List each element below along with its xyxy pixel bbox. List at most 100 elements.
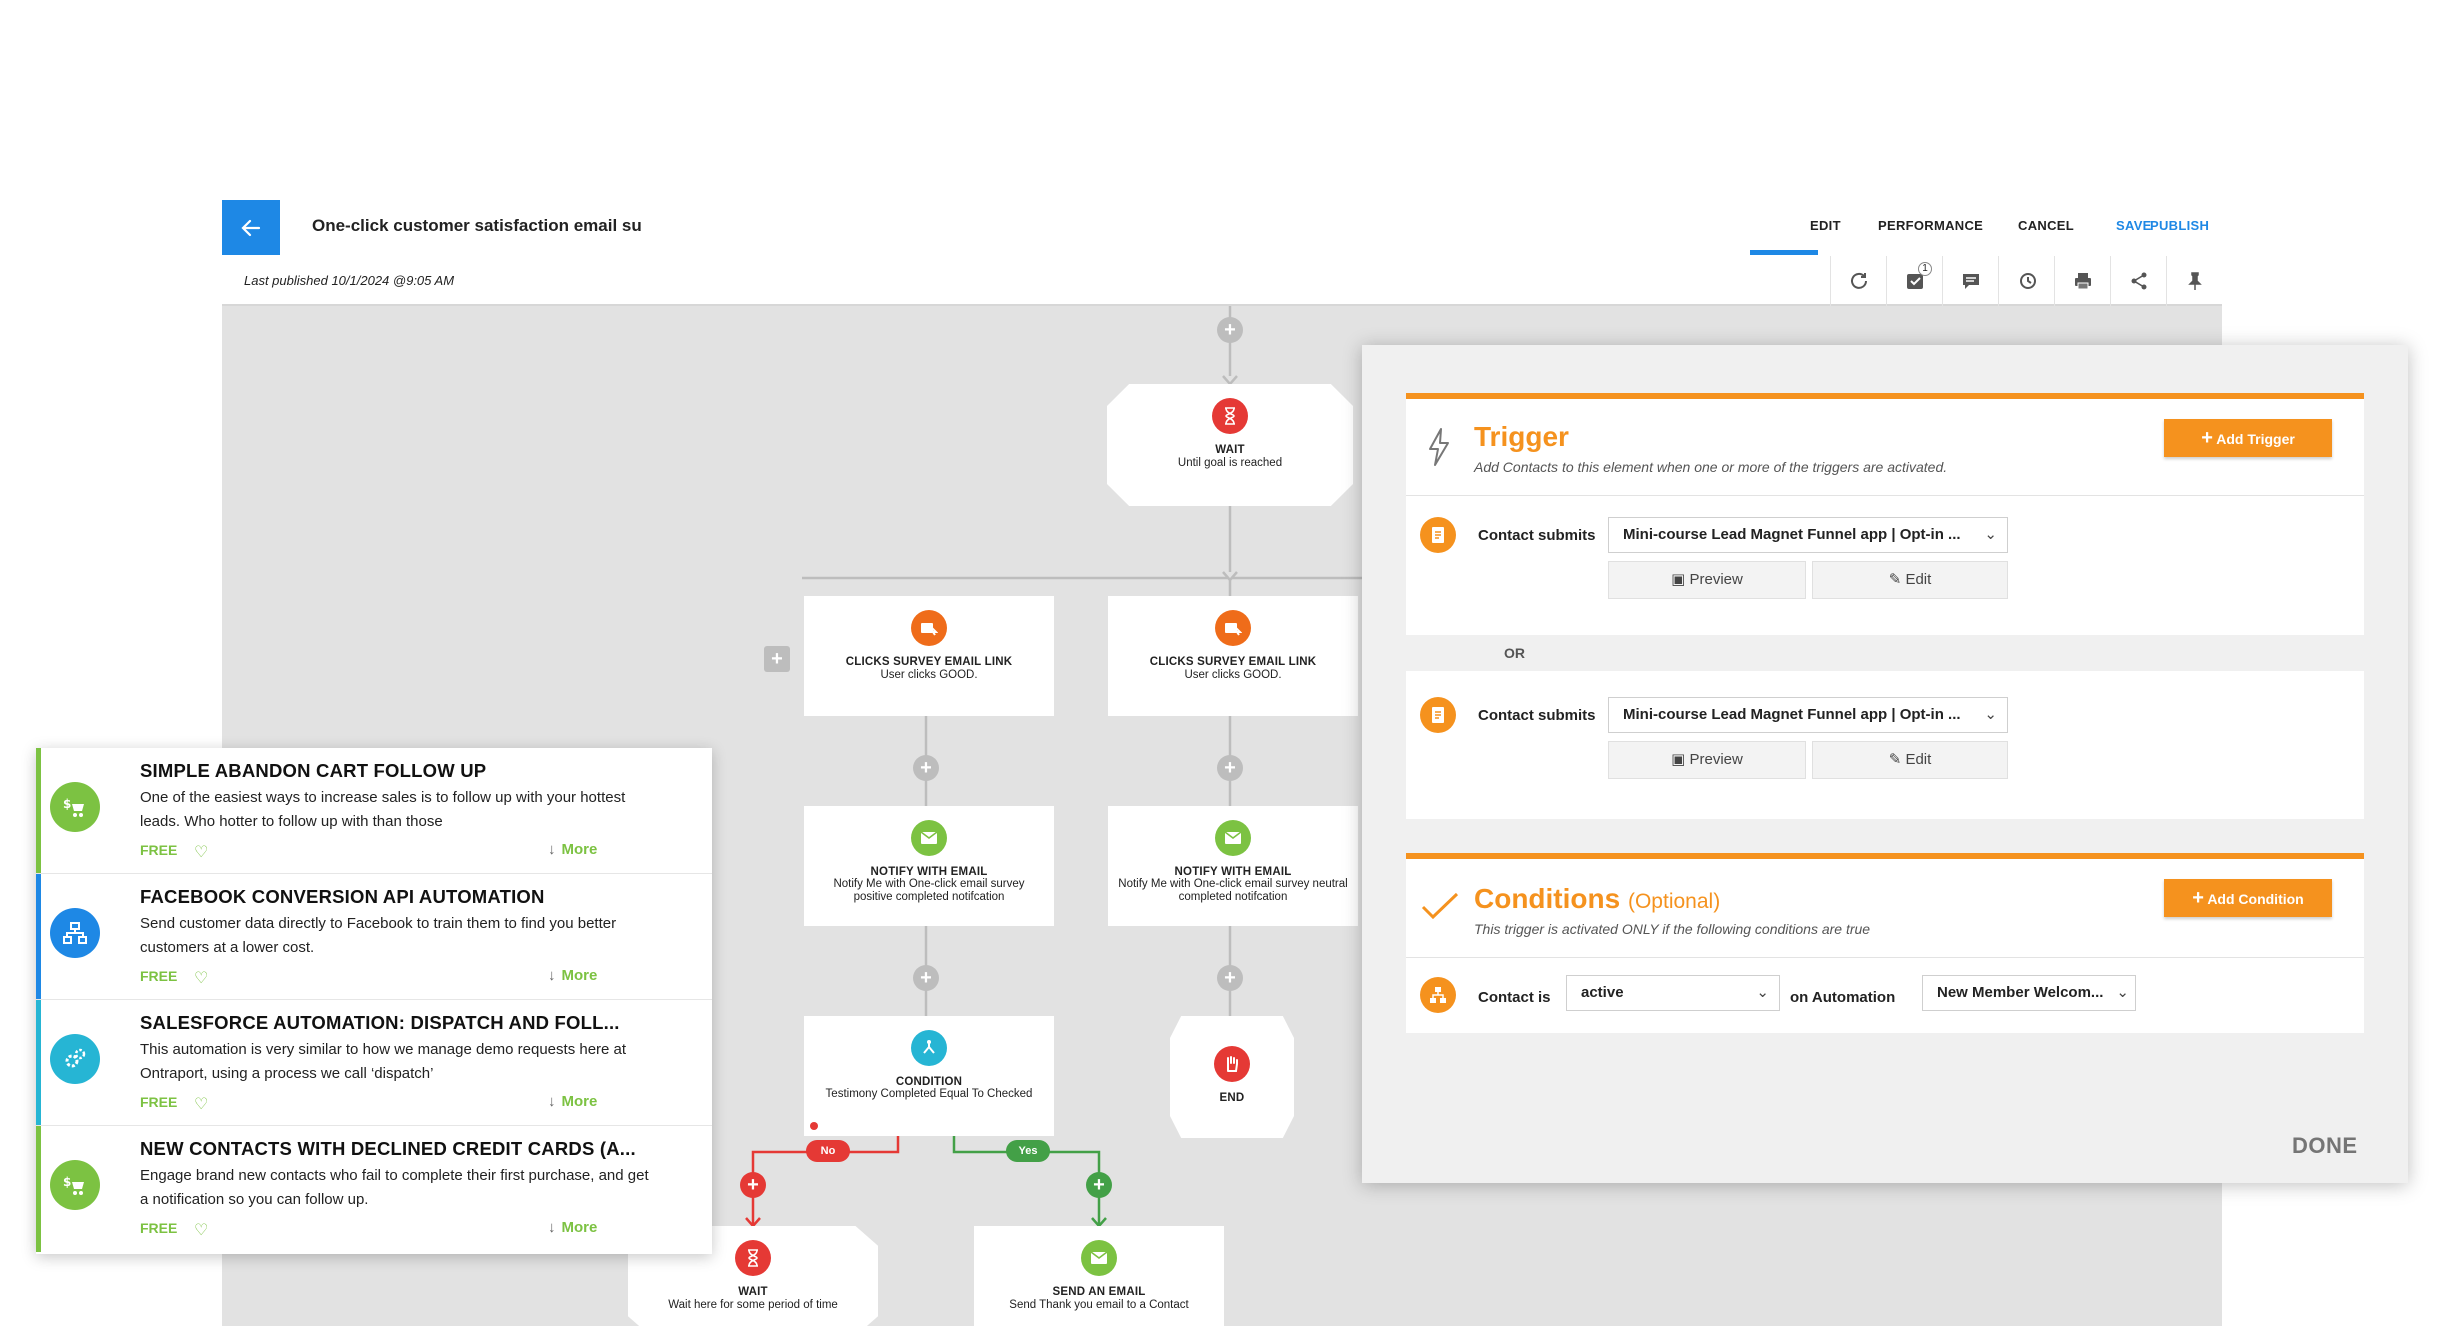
publish-button[interactable]: PUBLISH: [2150, 218, 2209, 233]
add-step-button[interactable]: +: [913, 755, 939, 781]
trigger-row-label: Contact submits: [1478, 527, 1596, 544]
lightning-icon: [1429, 428, 1449, 466]
pin-button[interactable]: [2166, 256, 2222, 306]
accent-bar: [36, 1126, 41, 1252]
trigger-form-select[interactable]: Mini-course Lead Magnet Funnel app | Opt…: [1608, 517, 2008, 553]
share-icon: [2131, 272, 2146, 290]
print-button[interactable]: [2054, 256, 2110, 306]
add-step-button[interactable]: +: [1217, 317, 1243, 343]
condition-node[interactable]: CONDITION Testimony Completed Equal To C…: [804, 1016, 1054, 1136]
arrow-down-icon: ↓: [548, 967, 556, 984]
wait-node[interactable]: WAIT Until goal is reached: [1107, 384, 1353, 506]
refresh-icon: [1850, 272, 1867, 289]
select-value: active: [1581, 984, 1624, 1001]
edit-label: Edit: [1905, 751, 1932, 768]
active-tab-indicator: [1750, 250, 1818, 255]
more-link[interactable]: ↓ More: [548, 841, 597, 858]
template-title: NEW CONTACTS WITH DECLINED CREDIT CARDS …: [140, 1138, 636, 1159]
more-link[interactable]: ↓ More: [548, 1093, 597, 1110]
tab-performance[interactable]: PERFORMANCE: [1878, 218, 1983, 233]
share-button[interactable]: [2110, 256, 2166, 306]
conditions-section: Conditions (Optional) This trigger is ac…: [1406, 853, 2364, 1033]
add-step-no-branch-button[interactable]: +: [740, 1172, 766, 1198]
more-link[interactable]: ↓ More: [548, 1219, 597, 1236]
history-icon: [2019, 273, 2036, 289]
cancel-button[interactable]: CANCEL: [2018, 218, 2074, 233]
heart-icon[interactable]: ♡: [194, 1094, 208, 1114]
or-label: OR: [1504, 645, 1525, 661]
chevron-down-icon: ⌄: [1984, 526, 1997, 543]
top-bar: One-click customer satisfaction email su…: [222, 200, 2222, 306]
template-description: One of the easiest ways to increase sale…: [140, 789, 626, 830]
condition-label: Contact is: [1478, 989, 1551, 1006]
more-link[interactable]: ↓ More: [548, 967, 597, 984]
add-trigger-button[interactable]: + Add Trigger: [2164, 419, 2332, 457]
add-step-yes-branch-button[interactable]: +: [1086, 1172, 1112, 1198]
edit-button[interactable]: ✎ Edit: [1812, 741, 2008, 779]
template-title: SALESFORCE AUTOMATION: DISPATCH AND FOLL…: [140, 1012, 620, 1033]
node-subtitle: Send Thank you email to a Contact: [1009, 1299, 1189, 1311]
heart-icon[interactable]: ♡: [194, 968, 208, 988]
clicks-survey-link-node[interactable]: CLICKS SURVEY EMAIL LINK User clicks GOO…: [804, 596, 1054, 716]
node-title: CONDITION: [895, 1076, 963, 1088]
more-label: More: [561, 1219, 598, 1236]
node-title: SEND AN EMAIL: [1052, 1286, 1146, 1298]
edit-label: Edit: [1905, 571, 1932, 588]
hourglass-icon: [735, 1240, 771, 1276]
automation-template-list: $ SIMPLE ABANDON CART FOLLOW UP One of t…: [36, 748, 712, 1254]
notify-with-email-node[interactable]: NOTIFY WITH EMAIL Notify Me with One-cli…: [804, 806, 1054, 926]
tab-edit[interactable]: EDIT: [1810, 218, 1841, 233]
back-button[interactable]: [222, 200, 280, 255]
email-notify-icon: [1215, 820, 1251, 856]
list-item[interactable]: $ NEW CONTACTS WITH DECLINED CREDIT CARD…: [36, 1126, 712, 1252]
add-condition-button[interactable]: + Add Condition: [2164, 879, 2332, 917]
select-value: Mini-course Lead Magnet Funnel app | Opt…: [1623, 706, 1961, 723]
accent-bar: [36, 748, 41, 873]
svg-text:$: $: [63, 1175, 71, 1189]
yes-branch-label: Yes: [1006, 1140, 1050, 1162]
chevron-down-icon: ⌄: [1756, 984, 1769, 1001]
preview-button[interactable]: ▣ Preview: [1608, 741, 1806, 779]
price-label: FREE: [140, 968, 178, 984]
divider: [1406, 495, 2364, 496]
node-title: CLICKS SURVEY EMAIL LINK: [1149, 656, 1317, 668]
arrow-down-icon: ↓: [548, 1219, 556, 1236]
add-step-button[interactable]: +: [1217, 755, 1243, 781]
list-item[interactable]: FACEBOOK CONVERSION API AUTOMATION Send …: [36, 874, 712, 1000]
add-step-button[interactable]: +: [913, 965, 939, 991]
add-trigger-label: Add Trigger: [2216, 431, 2295, 447]
preview-label: Preview: [1689, 751, 1743, 768]
edit-button[interactable]: ✎ Edit: [1812, 561, 2008, 599]
heart-icon[interactable]: ♡: [194, 842, 208, 862]
notify-with-email-node[interactable]: NOTIFY WITH EMAIL Notify Me with One-cli…: [1108, 806, 1358, 926]
conditions-description: This trigger is activated ONLY if the fo…: [1474, 921, 1871, 937]
email-notify-icon: [911, 820, 947, 856]
more-label: More: [561, 967, 598, 984]
add-branch-button[interactable]: +: [764, 646, 790, 672]
arrow-down-icon: ↓: [548, 1093, 556, 1110]
heart-icon[interactable]: ♡: [194, 1220, 208, 1240]
chevron-down-icon: ⌄: [2116, 984, 2129, 1001]
node-subtitle: Testimony Completed Equal To Checked: [825, 1088, 1033, 1100]
save-button[interactable]: SAVE: [2116, 218, 2152, 233]
list-item[interactable]: SALESFORCE AUTOMATION: DISPATCH AND FOLL…: [36, 1000, 712, 1126]
preview-button[interactable]: ▣ Preview: [1608, 561, 1806, 599]
trigger-form-select[interactable]: Mini-course Lead Magnet Funnel app | Opt…: [1608, 697, 2008, 733]
done-button[interactable]: DONE: [2292, 1133, 2358, 1159]
end-node[interactable]: END: [1170, 1016, 1294, 1138]
add-step-button[interactable]: +: [1217, 965, 1243, 991]
automation-select[interactable]: New Member Welcom... ⌄: [1922, 975, 2136, 1011]
accent-bar: [36, 874, 41, 999]
history-button[interactable]: [1998, 256, 2054, 306]
pencil-icon: ✎: [1888, 571, 1902, 588]
stop-hand-icon: [1214, 1046, 1250, 1082]
comments-button[interactable]: [1942, 256, 1998, 306]
last-published-text: Last published 10/1/2024 @9:05 AM: [244, 273, 455, 288]
refresh-button[interactable]: [1830, 256, 1886, 306]
conditions-title-wrap: Conditions (Optional): [1474, 883, 1720, 915]
tasks-button[interactable]: 1: [1886, 256, 1942, 306]
contact-status-select[interactable]: active ⌄: [1566, 975, 1780, 1011]
send-email-node[interactable]: SEND AN EMAIL Send Thank you email to a …: [974, 1226, 1224, 1336]
clicks-survey-link-node[interactable]: CLICKS SURVEY EMAIL LINK User clicks GOO…: [1108, 596, 1358, 716]
list-item[interactable]: $ SIMPLE ABANDON CART FOLLOW UP One of t…: [36, 748, 712, 874]
